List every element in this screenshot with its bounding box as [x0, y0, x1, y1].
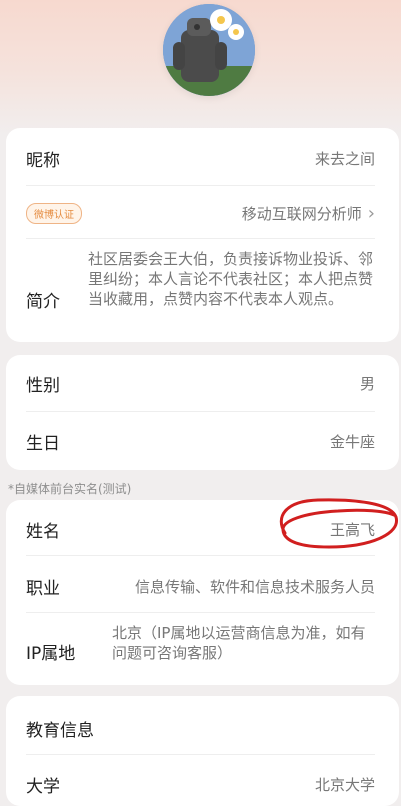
university-value: 北京大学 — [314, 776, 375, 794]
university-label: 大学 — [26, 777, 60, 797]
divider — [26, 612, 375, 613]
basic-info-card: 性别 男 生日 金牛座 — [6, 355, 399, 470]
university-row[interactable]: 大学 北京大学 — [26, 772, 375, 797]
education-title-row: 教育信息 — [26, 716, 375, 741]
certification-wrap: 移动互联网分析师 › — [242, 203, 375, 224]
chevron-right-icon: › — [367, 203, 375, 224]
birthday-label: 生日 — [26, 434, 60, 454]
divider — [26, 555, 375, 556]
bio-row[interactable]: 简介 社区居委会王大伯，负责接诉物业投诉、邻里纠纷；本人言论不代表社区；本人把点… — [26, 249, 375, 312]
ip-label: IP属地 — [26, 644, 76, 664]
bio-label: 简介 — [26, 292, 60, 312]
profile-card: 昵称 来去之间 微博认证 移动互联网分析师 › 简介 社区居委会王大伯，负责接诉… — [6, 128, 399, 342]
divider — [26, 185, 375, 186]
ip-value: 北京（IP属地以运营商信息为准，如有问题可咨询客服） — [112, 624, 366, 662]
nickname-row[interactable]: 昵称 来去之间 — [26, 146, 375, 171]
certification-row[interactable]: 微博认证 移动互联网分析师 › — [26, 203, 375, 224]
job-value: 信息传输、软件和信息技术服务人员 — [134, 578, 375, 596]
education-title: 教育信息 — [26, 721, 94, 741]
divider — [26, 754, 375, 755]
certification-value: 移动互联网分析师 — [241, 205, 362, 223]
job-row[interactable]: 职业 信息传输、软件和信息技术服务人员 — [26, 574, 375, 599]
robot-avatar-icon — [163, 4, 255, 96]
nickname-value: 来去之间 — [314, 150, 375, 168]
ip-row[interactable]: IP属地 北京（IP属地以运营商信息为准，如有问题可咨询客服） — [26, 623, 375, 664]
nickname-label: 昵称 — [26, 151, 60, 171]
birthday-row[interactable]: 生日 金牛座 — [26, 429, 375, 454]
certification-badge: 微博认证 — [26, 203, 82, 224]
realname-note: *自媒体前台实名(测试) — [8, 482, 132, 496]
birthday-value: 金牛座 — [329, 433, 375, 451]
name-label: 姓名 — [26, 522, 60, 542]
divider — [26, 411, 375, 412]
gender-row[interactable]: 性别 男 — [26, 371, 375, 396]
red-marker-circle — [279, 498, 398, 549]
gender-label: 性别 — [26, 376, 60, 396]
divider — [26, 238, 375, 239]
gender-value: 男 — [359, 375, 375, 393]
job-label: 职业 — [26, 579, 60, 599]
avatar[interactable] — [163, 4, 255, 96]
education-card: 教育信息 大学 北京大学 — [6, 696, 399, 806]
bio-text: 社区居委会王大伯，负责接诉物业投诉、邻里纠纷；本人言论不代表社区；本人把点赞当收… — [88, 250, 374, 308]
